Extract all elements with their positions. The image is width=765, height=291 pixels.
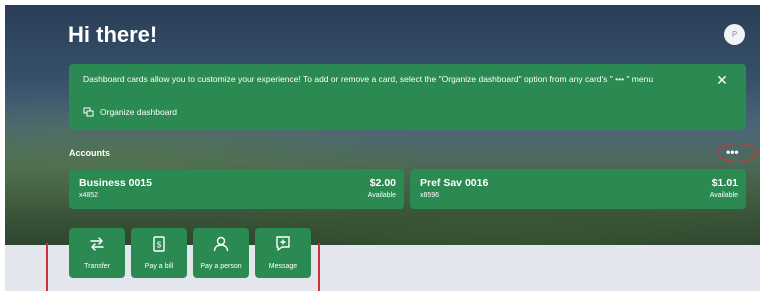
- info-banner: Dashboard cards allow you to customize y…: [69, 64, 746, 130]
- pay-person-button[interactable]: Pay a person: [193, 228, 249, 278]
- person-icon: [213, 236, 229, 252]
- annotation-circle: [717, 143, 757, 162]
- annotation-line-right: [318, 243, 320, 291]
- account-number: x4852: [79, 192, 99, 199]
- banner-message: Dashboard cards allow you to customize y…: [83, 74, 654, 84]
- banner-close-button[interactable]: ✕: [714, 72, 730, 88]
- message-button[interactable]: Message: [255, 228, 311, 278]
- account-name: Business 0015: [79, 177, 152, 189]
- account-balance: $1.01: [711, 177, 738, 189]
- balance-label: Available: [709, 192, 738, 199]
- account-card-savings[interactable]: Pref Sav 0016 x8596 $1.01 Available: [410, 169, 746, 209]
- organize-dashboard-button[interactable]: Organize dashboard: [83, 107, 177, 117]
- transfer-label: Transfer: [84, 263, 110, 270]
- accounts-heading: Accounts: [69, 148, 111, 158]
- pay-person-label: Pay a person: [200, 263, 242, 270]
- pay-bill-button[interactable]: $ Pay a bill: [131, 228, 187, 278]
- svg-text:$: $: [157, 241, 162, 250]
- message-label: Message: [268, 263, 298, 270]
- account-card-business[interactable]: Business 0015 x4852 $2.00 Available: [69, 169, 404, 209]
- balance-label: Available: [367, 192, 396, 199]
- account-name: Pref Sav 0016: [420, 177, 489, 189]
- bill-icon: $: [153, 236, 165, 252]
- close-icon: ✕: [716, 71, 728, 88]
- pay-bill-label: Pay a bill: [144, 263, 174, 270]
- message-icon: [276, 236, 290, 251]
- transfer-button[interactable]: Transfer: [69, 228, 125, 278]
- account-number: x8596: [420, 192, 440, 199]
- account-balance: $2.00: [369, 177, 396, 189]
- transfer-icon: [90, 237, 104, 251]
- avatar[interactable]: P: [724, 24, 745, 45]
- organize-icon: [83, 107, 94, 117]
- annotation-line-left: [46, 243, 48, 291]
- page-title: Hi there!: [68, 22, 158, 47]
- organize-dashboard-label: Organize dashboard: [100, 107, 178, 117]
